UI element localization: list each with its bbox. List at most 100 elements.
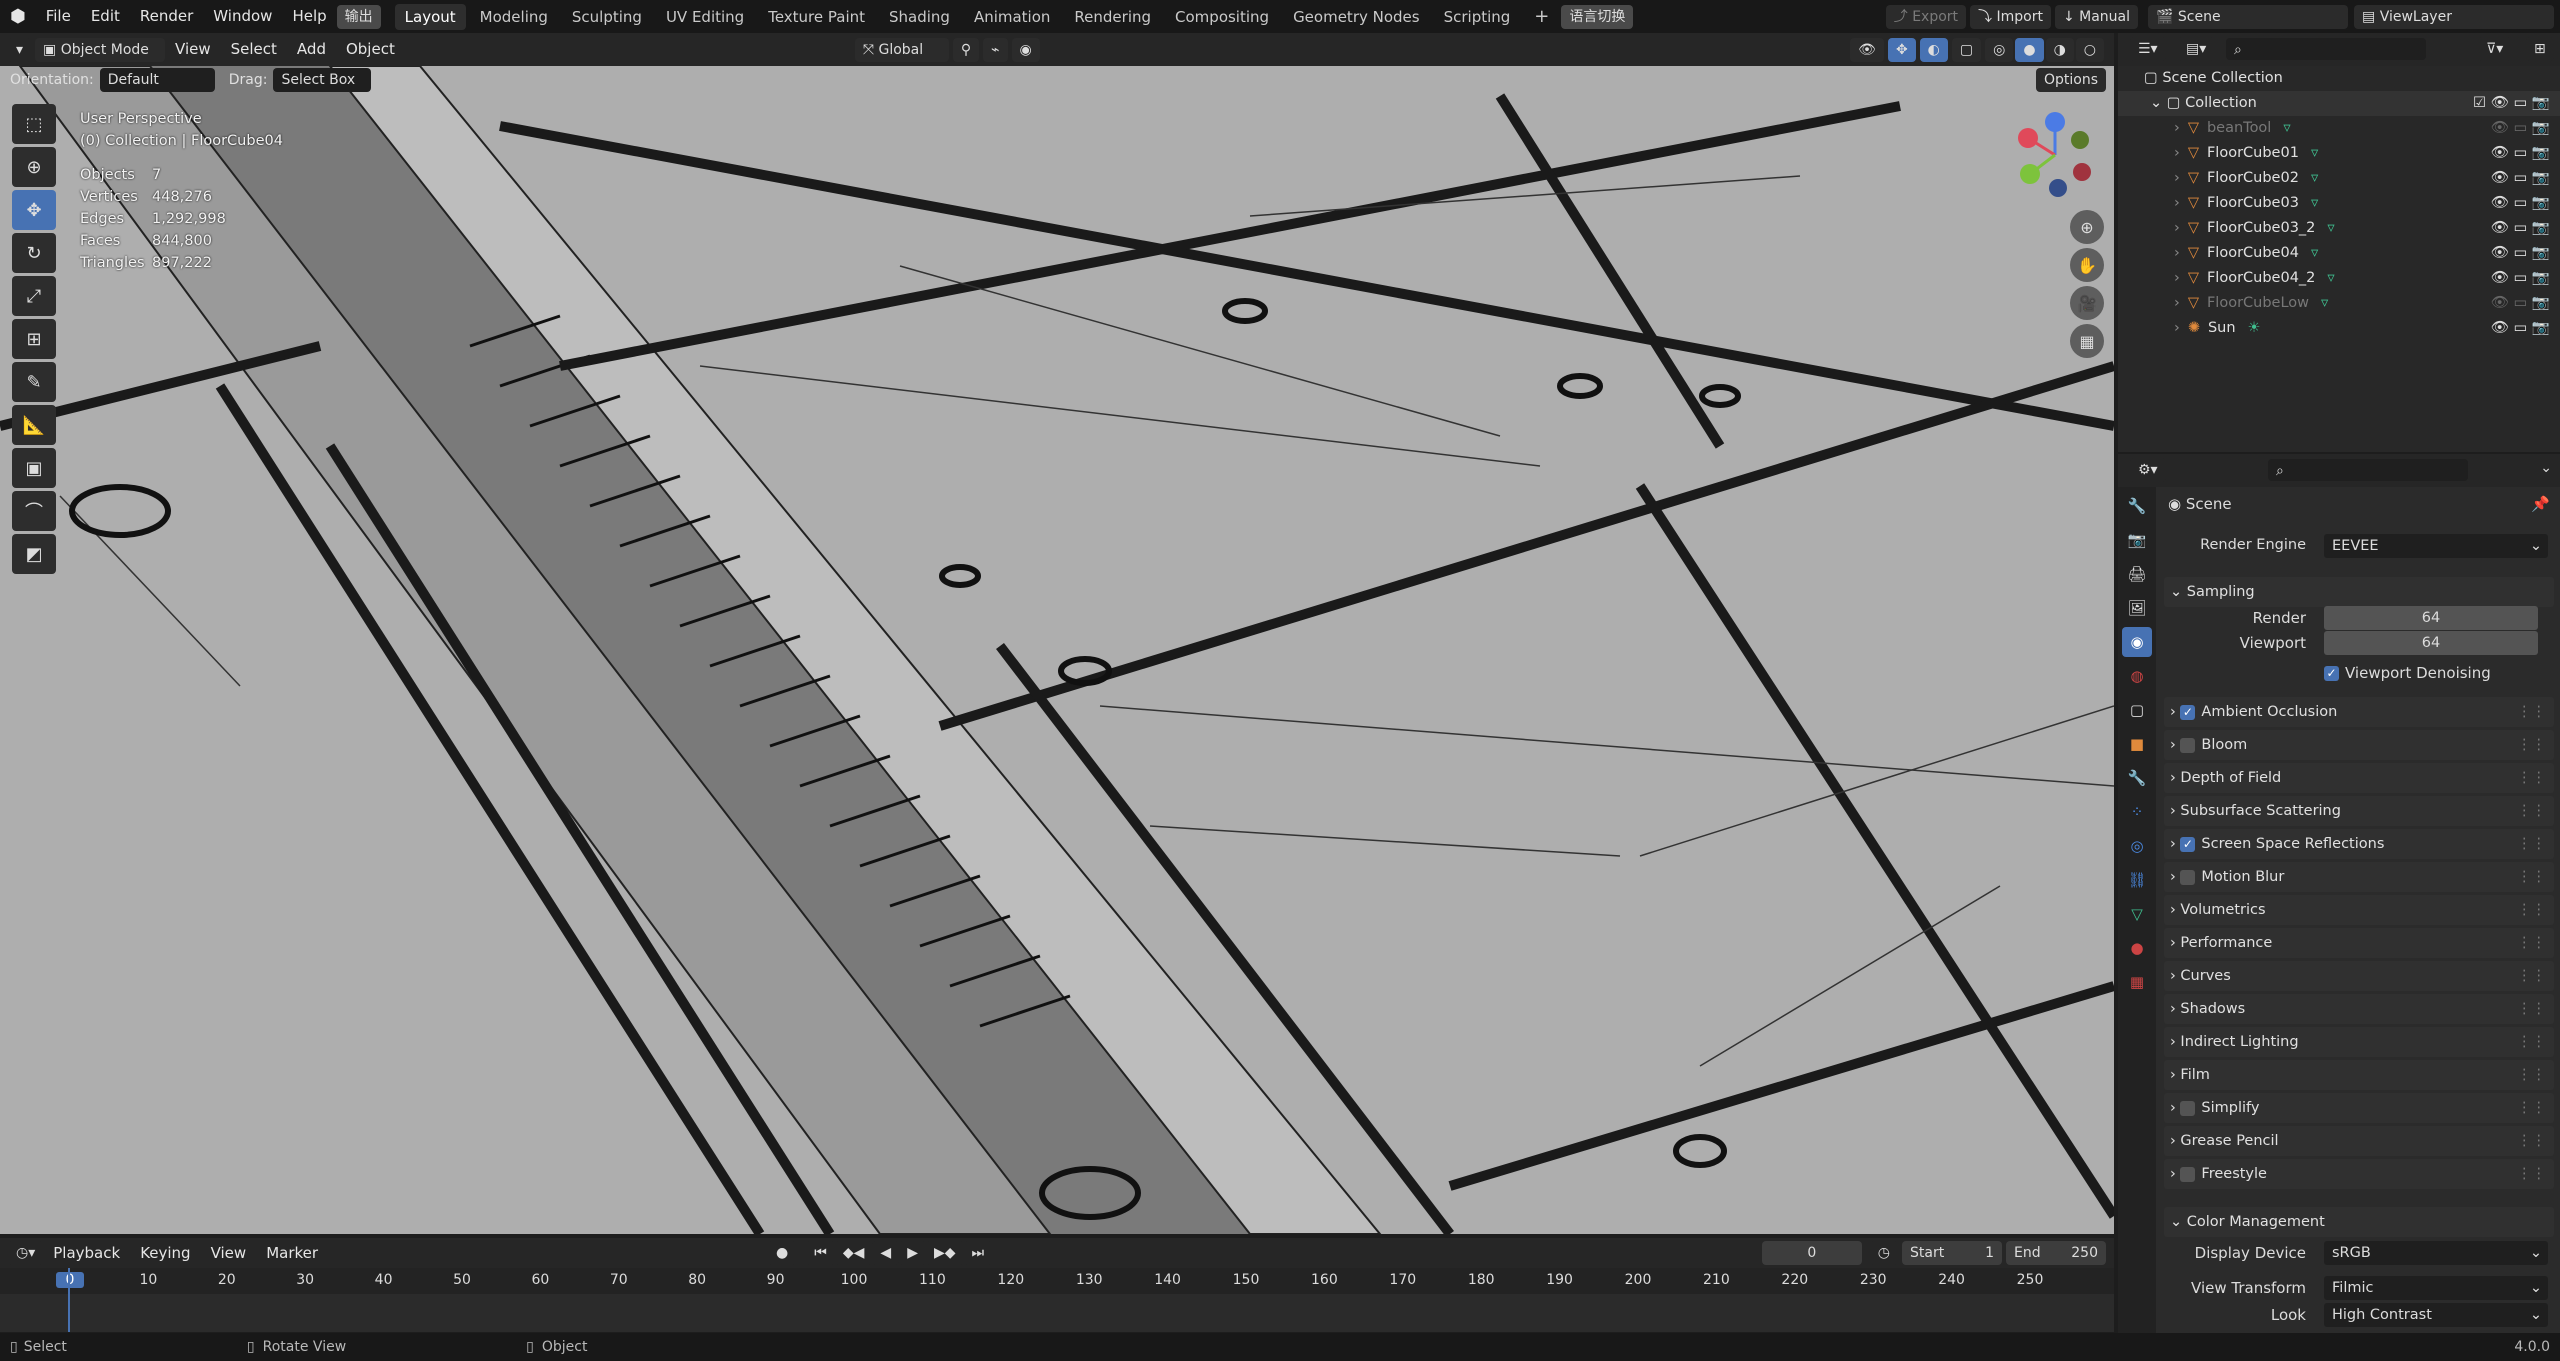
visibility-icons[interactable]: 👁 ▭ 📷 <box>2491 266 2550 291</box>
panel-header[interactable]: › Depth of Field ⋮⋮ <box>2164 763 2554 793</box>
visibility-icons[interactable]: 👁 ▭ 📷 <box>2491 216 2550 241</box>
pan-hand-icon[interactable]: ✋ <box>2070 248 2104 282</box>
panel-checkbox[interactable]: ✓ <box>2180 836 2196 852</box>
move-tool-icon[interactable]: ✥ <box>12 190 56 230</box>
next-keyframe-icon[interactable]: ▶◆ <box>925 1241 964 1265</box>
shear-tool-icon[interactable]: ◩ <box>12 534 56 574</box>
visibility-icons[interactable]: 👁 ▭ 📷 <box>2491 141 2550 166</box>
outliner-row[interactable]: › ▽ FloorCube02 ▿ 👁 ▭ 📷 <box>2118 166 2560 191</box>
constraints-tab-icon[interactable]: ⛓ <box>2122 865 2152 895</box>
panel-checkbox[interactable] <box>2180 1100 2196 1116</box>
view-layer-tab-icon[interactable]: 🖼 <box>2122 593 2152 623</box>
panel-header[interactable]: › Bloom ⋮⋮ <box>2164 730 2554 760</box>
axis-x-icon[interactable] <box>2018 128 2038 148</box>
viewport-denoising-checkbox[interactable]: ✓ Viewport Denoising <box>2324 664 2491 682</box>
scene-collection-row[interactable]: ▢ Scene Collection <box>2118 66 2560 91</box>
panel-header[interactable]: › Simplify ⋮⋮ <box>2164 1093 2554 1123</box>
axis-y-icon[interactable] <box>2020 164 2040 184</box>
menu-file[interactable]: File <box>36 0 81 33</box>
start-frame-field[interactable]: Start 1 <box>1902 1241 2002 1265</box>
panel-header[interactable]: › Motion Blur ⋮⋮ <box>2164 862 2554 892</box>
panel-header[interactable]: › Indirect Lighting ⋮⋮ <box>2164 1027 2554 1057</box>
material-tab-icon[interactable]: ● <box>2122 933 2152 963</box>
data-tab-icon[interactable]: ▽ <box>2122 899 2152 929</box>
scene-tab-icon[interactable]: ◉ <box>2122 627 2152 657</box>
tab-sculpting[interactable]: Sculpting <box>562 4 652 30</box>
3d-viewport[interactable]: Orientation: Default Drag: Select Box Op… <box>0 66 2114 1234</box>
blender-logo-icon[interactable]: ⬢ <box>0 0 36 33</box>
select-box-tool-icon[interactable]: ⬚ <box>12 104 56 144</box>
expand-icon[interactable]: › <box>2174 245 2180 261</box>
drag-handle-icon[interactable]: ⋮⋮ <box>2517 1027 2546 1057</box>
visibility-icons[interactable]: 👁 ▭ 📷 <box>2491 116 2550 141</box>
menu-help[interactable]: Help <box>282 0 336 33</box>
visibility-icons[interactable]: 👁 ▭ 📷 <box>2491 191 2550 216</box>
drag-handle-icon[interactable]: ⋮⋮ <box>2517 730 2546 760</box>
drag-handle-icon[interactable]: ⋮⋮ <box>2517 763 2546 793</box>
expand-icon[interactable]: › <box>2174 295 2180 311</box>
particles-tab-icon[interactable]: ⁘ <box>2122 797 2152 827</box>
outliner-row[interactable]: › ▽ FloorCube03 ▿ 👁 ▭ 📷 <box>2118 191 2560 216</box>
add-workspace-icon[interactable]: + <box>1524 4 1559 30</box>
jump-start-icon[interactable]: ⏮ <box>806 1241 835 1265</box>
panel-header[interactable]: › ✓ Screen Space Reflections ⋮⋮ <box>2164 829 2554 859</box>
zoom-icon[interactable]: ⊕ <box>2070 210 2104 244</box>
transform-orientation-dropdown[interactable]: ⤧ Global <box>854 37 949 62</box>
visibility-icons[interactable]: 👁 ▭ 📷 <box>2491 291 2550 316</box>
panel-header[interactable]: › Freestyle ⋮⋮ <box>2164 1159 2554 1189</box>
expand-icon[interactable]: › <box>2174 195 2180 211</box>
timeline-menu-playback[interactable]: Playback <box>43 1238 130 1268</box>
look-dropdown[interactable]: High Contrast ⌄ <box>2324 1303 2548 1327</box>
stopwatch-icon[interactable]: ◷ <box>1869 1241 1898 1265</box>
vp-menu-view[interactable]: View <box>165 33 221 66</box>
tab-rendering[interactable]: Rendering <box>1064 4 1161 30</box>
collapse-icon[interactable]: ⌄ <box>2150 95 2162 111</box>
play-icon[interactable]: ▶ <box>899 1241 926 1265</box>
drag-handle-icon[interactable]: ⋮⋮ <box>2517 928 2546 958</box>
drag-handle-icon[interactable]: ⋮⋮ <box>2517 961 2546 991</box>
rotate-tool-icon[interactable]: ↻ <box>12 233 56 273</box>
tab-shading[interactable]: Shading <box>879 4 960 30</box>
tab-texture-paint[interactable]: Texture Paint <box>758 4 875 30</box>
panel-checkbox[interactable] <box>2180 869 2196 885</box>
collection-tab-icon[interactable]: ▢ <box>2122 695 2152 725</box>
panel-checkbox[interactable] <box>2180 737 2196 753</box>
proportional-edit-icon[interactable]: ◉ <box>1011 37 1040 62</box>
properties-editor-icon[interactable]: ⚙▾ <box>2130 458 2166 482</box>
drag-handle-icon[interactable]: ⋮⋮ <box>2517 697 2546 727</box>
drag-handle-icon[interactable]: ⋮⋮ <box>2517 895 2546 925</box>
expand-icon[interactable]: › <box>2174 220 2180 236</box>
panel-header[interactable]: › Performance ⋮⋮ <box>2164 928 2554 958</box>
prev-keyframe-icon[interactable]: ◆◀ <box>834 1241 873 1265</box>
expand-icon[interactable]: › <box>2174 320 2180 336</box>
drag-handle-icon[interactable]: ⋮⋮ <box>2517 862 2546 892</box>
vp-menu-object[interactable]: Object <box>336 33 405 66</box>
render-samples-field[interactable]: 64 <box>2324 606 2538 630</box>
menu-edit[interactable]: Edit <box>81 0 130 33</box>
tab-geometry-nodes[interactable]: Geometry Nodes <box>1283 4 1430 30</box>
viewlayer-selector[interactable]: ▤ ViewLayer <box>2354 4 2554 29</box>
timeline-menu-marker[interactable]: Marker <box>256 1238 328 1268</box>
panel-header[interactable]: › Volumetrics ⋮⋮ <box>2164 895 2554 925</box>
display-device-dropdown[interactable]: sRGB ⌄ <box>2324 1241 2548 1265</box>
timeline-area[interactable]: 0 10 20 30 40 50 60 70 80 90 100 110 120 130 140 150 160… <box>0 1268 2114 1332</box>
chevron-down-icon[interactable]: ⌄ <box>2540 460 2552 476</box>
playhead[interactable] <box>68 1268 70 1332</box>
visibility-icon[interactable]: 👁 <box>1850 37 1884 62</box>
render-engine-dropdown[interactable]: EEVEE ⌄ <box>2324 534 2548 558</box>
viewport-samples-field[interactable]: 64 <box>2324 631 2538 655</box>
expand-icon[interactable]: › <box>2174 270 2180 286</box>
render-tab-icon[interactable]: 📷 <box>2122 525 2152 555</box>
color-management-panel-header[interactable]: ⌄ Color Management <box>2164 1207 2554 1237</box>
output-button[interactable]: 输出 <box>336 4 381 29</box>
scale-tool-icon[interactable]: ⤢ <box>12 276 56 316</box>
sampling-panel-header[interactable]: ⌄ Sampling <box>2164 577 2554 607</box>
outliner-row[interactable]: › ▽ FloorCube04_2 ▿ 👁 ▭ 📷 <box>2118 266 2560 291</box>
object-tab-icon[interactable]: ■ <box>2122 729 2152 759</box>
add-cube-tool-icon[interactable]: ▣ <box>12 448 56 488</box>
pivot-icon[interactable]: ⚲ <box>952 37 980 62</box>
panel-checkbox[interactable]: ✓ <box>2180 704 2196 720</box>
shading-material-icon[interactable]: ◑ <box>2045 37 2074 62</box>
camera-view-icon[interactable]: 🎥 <box>2070 286 2104 320</box>
mode-dropdown[interactable]: ▣ Object Mode <box>35 37 166 62</box>
